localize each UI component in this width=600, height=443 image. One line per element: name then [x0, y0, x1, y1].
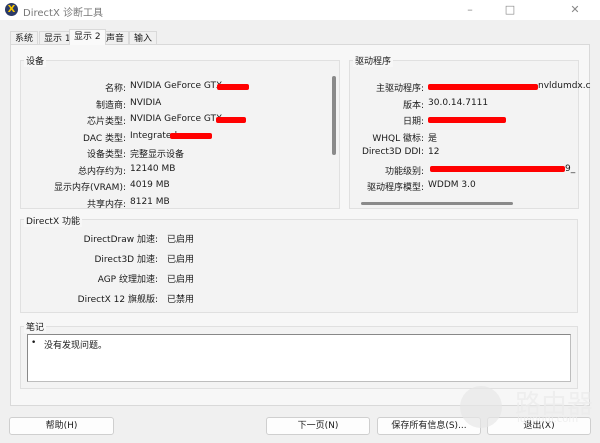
- redaction-mark: [170, 133, 212, 139]
- tab-input[interactable]: 输入: [129, 31, 158, 45]
- redaction-mark: [216, 117, 246, 123]
- driver-row-label: 主驱动程序:: [375, 84, 424, 94]
- features-row-value: 已禁用: [167, 295, 195, 305]
- device-row-value: 4019 MB: [130, 180, 170, 190]
- device-group-title: 设备: [24, 54, 47, 67]
- driver-row-label: 版本:: [402, 100, 424, 111]
- driver-group-title: 驱动程序: [353, 54, 394, 67]
- driver-row-value: 30.0.14.7111: [428, 97, 489, 108]
- driver-row-label: 驱动程序模型:: [366, 183, 424, 193]
- close-button[interactable]: ✕: [560, 2, 590, 18]
- driver-scrollbar[interactable]: [361, 202, 513, 205]
- redaction-mark: [430, 166, 565, 172]
- note-item: 没有发现问题。: [44, 341, 108, 351]
- device-row-label: 设备类型:: [86, 150, 126, 160]
- tab-display-2[interactable]: 显示 2: [69, 29, 106, 45]
- features-row-label: Direct3D 加速:: [94, 255, 159, 265]
- maximize-button[interactable]: □: [495, 2, 525, 18]
- title-bar: X DirectX 诊断工具 – □ ✕: [0, 0, 600, 20]
- features-group-title: DirectX 功能: [24, 214, 82, 227]
- bullet: •: [31, 338, 37, 348]
- router-lock-icon: [460, 386, 502, 428]
- device-row-label: 显示内存(VRAM):: [53, 183, 126, 193]
- device-row-label: 芯片类型:: [86, 117, 126, 127]
- features-row-value: 已启用: [167, 235, 195, 245]
- driver-row-label: Direct3D DDI:: [361, 147, 424, 157]
- device-row-label: 总内存约为:: [77, 166, 126, 177]
- device-row-label: 名称:: [104, 84, 126, 94]
- device-scrollbar[interactable]: [332, 76, 336, 155]
- device-row-label: 共享内存:: [86, 199, 126, 210]
- device-row-value: NVIDIA GeForce GTX: [130, 114, 223, 124]
- driver-row-value: 是: [428, 133, 438, 144]
- device-row-label: DAC 类型:: [83, 133, 126, 144]
- next-page-button[interactable]: 下一页(N): [266, 417, 370, 435]
- driver-row-value: 9_: [565, 163, 576, 174]
- features-row-label: DirectX 12 旗舰版:: [77, 295, 158, 305]
- minimize-button[interactable]: –: [455, 2, 485, 18]
- device-row-value: 完整显示设备: [130, 150, 185, 160]
- device-row-label: 制造商:: [95, 100, 126, 111]
- driver-row-value: 12: [428, 147, 440, 157]
- tab-system[interactable]: 系统: [10, 31, 39, 45]
- device-row-value: 12140 MB: [130, 163, 176, 174]
- redaction-mark: [217, 84, 249, 90]
- driver-row-value: WDDM 3.0: [428, 180, 476, 190]
- redaction-mark: [428, 84, 538, 90]
- notes-group-title: 笔记: [24, 320, 47, 333]
- features-row-value: 已启用: [167, 255, 195, 265]
- device-row-value: 8121 MB: [130, 196, 170, 207]
- help-button[interactable]: 帮助(H): [9, 417, 114, 435]
- watermark-url: luyouqi.com: [517, 414, 579, 425]
- features-row-value: 已启用: [167, 275, 195, 285]
- features-row-label: AGP 纹理加速:: [97, 275, 158, 285]
- driver-row-label: WHQL 徽标:: [372, 133, 424, 144]
- redaction-mark: [428, 117, 506, 123]
- notes-box[interactable]: • 没有发现问题。: [27, 334, 571, 382]
- driver-row-label: 日期:: [402, 117, 424, 127]
- window-title: DirectX 诊断工具: [23, 8, 103, 19]
- directx-app-icon: X: [5, 3, 18, 16]
- driver-row-label: 功能级别:: [384, 166, 424, 177]
- device-row-value: NVIDIA: [130, 97, 162, 108]
- features-row-label: DirectDraw 加速:: [83, 235, 158, 245]
- device-row-value: NVIDIA GeForce GTX: [130, 81, 223, 91]
- driver-row-value: nvldumdx.c: [538, 81, 591, 91]
